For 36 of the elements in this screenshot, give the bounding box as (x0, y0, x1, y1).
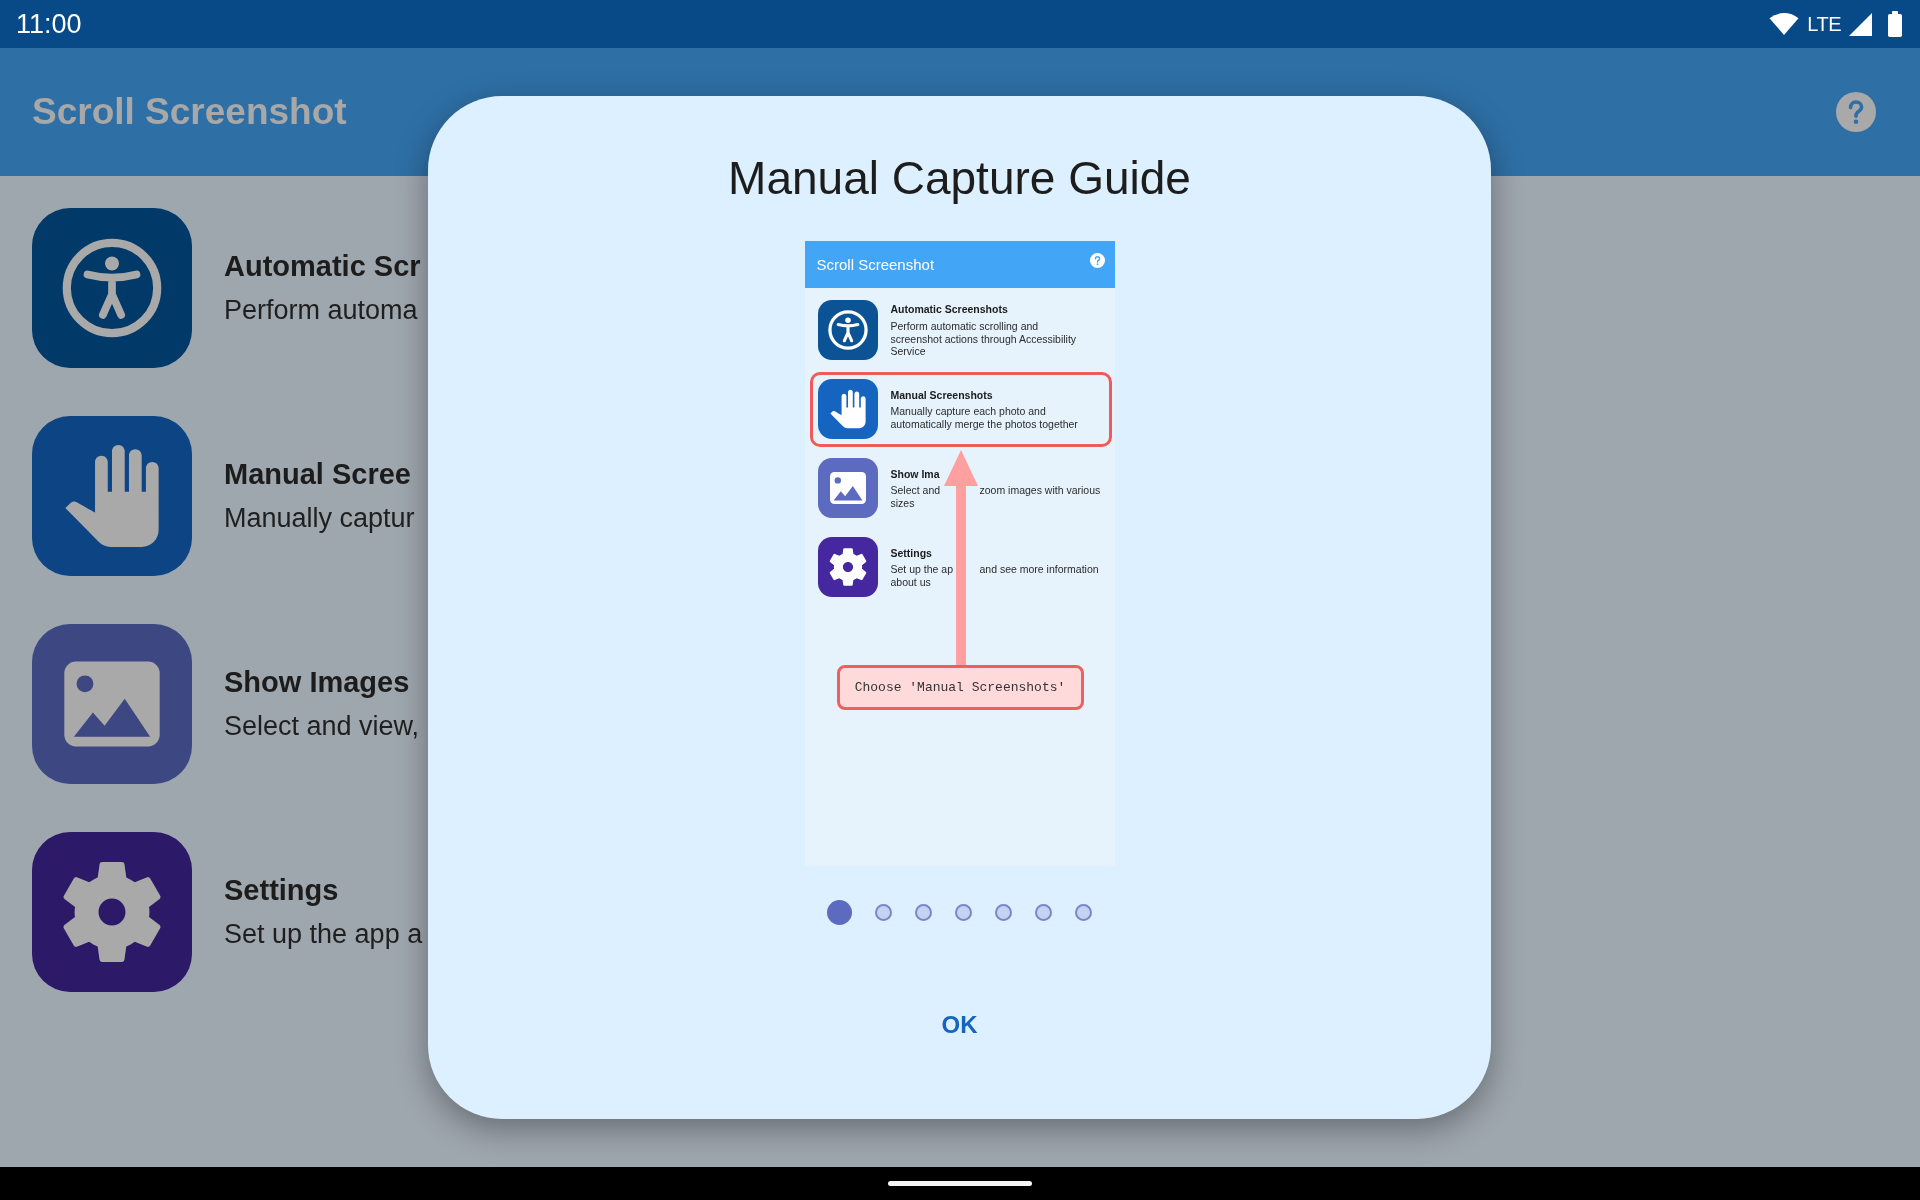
dialog-title: Manual Capture Guide (728, 151, 1191, 206)
menu-item-title: Manual Scree (224, 457, 411, 493)
menu-item-title: Show Images (224, 665, 410, 701)
preview-item-description: sizes (890, 496, 915, 510)
app-title: Scroll Screenshot (32, 89, 347, 134)
menu-item-title: Settings (224, 873, 339, 909)
preview-item-title: Show Ima (890, 466, 940, 481)
preview-item-description: Service (890, 345, 926, 358)
preview-item-title: Automatic Screenshots (890, 302, 1008, 317)
preview-item-description: and see more information (979, 563, 1099, 576)
menu-item-title: Automatic Scr (224, 249, 421, 285)
battery-icon (1888, 11, 1902, 37)
preview-item-description: automatically merge the photos together (890, 417, 1078, 431)
callout-label: Choose 'Manual Screenshots' (836, 665, 1084, 711)
menu-item-subtitle: Perform automa (224, 294, 418, 327)
preview-item-description: Select and (890, 484, 941, 497)
ok-button[interactable]: OK (923, 1001, 996, 1050)
home-handle[interactable] (888, 1181, 1032, 1186)
preview-item-description: about us (890, 575, 931, 589)
network-type-label: LTE (1807, 14, 1841, 34)
preview-item-description: zoom images with various (979, 484, 1101, 497)
preview-app-title: Scroll Screenshot (816, 255, 935, 274)
preview-item-title: Manual Screenshots (890, 387, 993, 402)
preview-item-description: screenshot actions through Accessibility (890, 332, 1077, 346)
preview-item-title: Settings (890, 545, 932, 560)
menu-item-subtitle: Set up the app a (224, 918, 423, 951)
preview-item-description: Set up the ap (890, 563, 953, 576)
preview-item-description: Manually capture each photo and (890, 405, 1046, 418)
help-icon[interactable] (1836, 92, 1876, 132)
menu-item-subtitle: Select and view, (224, 710, 420, 743)
preview-item-description: Perform automatic scrolling and (890, 319, 1039, 333)
clock-time: 11:00 (16, 10, 82, 38)
menu-item-subtitle: Manually captur (224, 502, 415, 535)
wifi-icon (1769, 13, 1800, 35)
signal-icon (1849, 12, 1872, 36)
help-icon (1089, 253, 1105, 269)
